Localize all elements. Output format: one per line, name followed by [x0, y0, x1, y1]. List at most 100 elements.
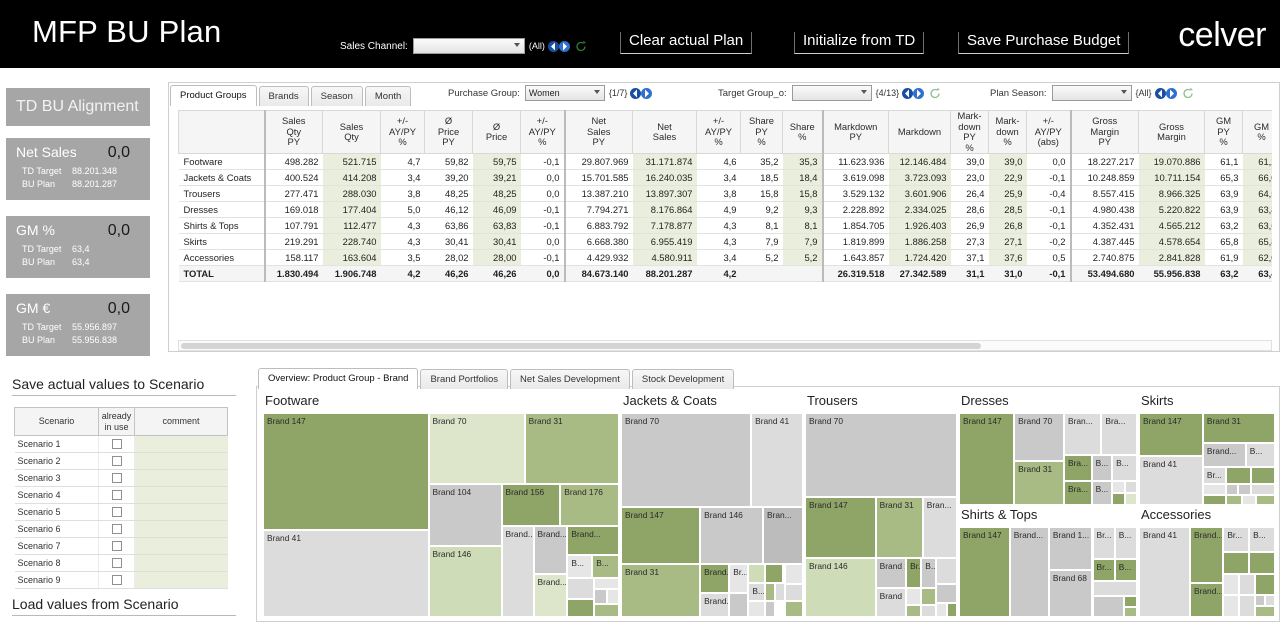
treemap-tile[interactable] [1251, 484, 1275, 495]
scenario-comment-cell[interactable] [135, 470, 228, 487]
target-group-select[interactable] [792, 85, 872, 101]
treemap-tile[interactable]: B... [592, 555, 619, 578]
purchase-group-select[interactable]: Women [525, 85, 605, 101]
tab-stock-development[interactable]: Stock Development [632, 369, 734, 389]
treemap-tile[interactable] [906, 605, 921, 617]
plan-season-nav[interactable] [1155, 87, 1177, 100]
treemap-tile[interactable]: Brand 146 [700, 507, 763, 564]
treemap-tile[interactable]: Bra... [1101, 413, 1137, 455]
treemap-tile[interactable] [594, 578, 619, 589]
treemap-tile[interactable]: Brand 104 [429, 484, 502, 545]
treemap-tile[interactable] [1255, 606, 1275, 617]
grid-row-label[interactable]: Jackets & Coats [179, 170, 265, 186]
grid-col-header[interactable]: SalesQty [323, 111, 381, 154]
scenario-in-use-cell[interactable] [99, 538, 135, 555]
treemap-tile[interactable] [594, 589, 606, 603]
scenario-in-use-checkbox[interactable] [112, 541, 122, 551]
treemap-tile[interactable] [1249, 552, 1275, 574]
tab-month[interactable]: Month [365, 86, 411, 106]
scenario-in-use-cell[interactable] [99, 555, 135, 572]
treemap-tile[interactable]: Br... [1203, 467, 1226, 484]
target-group-nav[interactable] [902, 87, 924, 100]
save-purchase-budget-button[interactable]: Save Purchase Budget [958, 32, 1129, 54]
prev-arrow-icon[interactable] [1155, 87, 1166, 100]
treemap-tile[interactable]: Bran... [923, 497, 957, 558]
treemap-tile[interactable]: Brand 156 [502, 484, 561, 526]
grid-col-header[interactable]: SalesQtyPY [265, 111, 323, 154]
scenario-comment-cell[interactable] [135, 555, 228, 572]
treemap-tile[interactable]: Brand 31 [876, 497, 923, 558]
grid-col-header[interactable]: ØPricePY [425, 111, 473, 154]
grid-row-label[interactable]: Skirts [179, 234, 265, 250]
grid-row-label[interactable]: TOTAL [179, 266, 265, 282]
treemap-tile[interactable] [567, 578, 594, 598]
next-arrow-icon[interactable] [913, 87, 924, 100]
scenario-in-use-cell[interactable] [99, 487, 135, 504]
treemap-tile[interactable]: Brand... [1010, 527, 1049, 617]
clear-actual-plan-button[interactable]: Clear actual Plan [620, 32, 752, 54]
grid-col-header[interactable]: GMPY% [1205, 111, 1243, 154]
treemap-tile[interactable] [1255, 574, 1275, 596]
grid-row-label[interactable]: Dresses [179, 202, 265, 218]
grid-col-header[interactable]: Mark-downPY% [951, 111, 989, 154]
tab-overview-product-group-brand[interactable]: Overview: Product Group - Brand [258, 368, 418, 389]
treemap-tile[interactable] [1242, 495, 1256, 505]
treemap-tile[interactable]: Brand 41 [263, 530, 429, 617]
treemap-tile[interactable]: Brand 147 [805, 497, 876, 558]
treemap-tile[interactable] [1112, 481, 1124, 493]
treemap-tile[interactable] [1239, 595, 1255, 617]
grid-col-header[interactable] [179, 111, 265, 154]
treemap-tile[interactable]: Brand... [534, 526, 568, 574]
scenario-comment-cell[interactable] [135, 572, 228, 589]
grid-row-label[interactable]: Accessories [179, 250, 265, 266]
scenario-in-use-checkbox[interactable] [112, 524, 122, 534]
treemap-tile[interactable] [947, 603, 957, 617]
grid-col-header[interactable]: +/-AY/PY% [521, 111, 565, 154]
purchase-group-nav[interactable] [630, 87, 652, 100]
treemap-tile[interactable]: Brand 70 [805, 413, 957, 497]
treemap-tile[interactable] [1256, 495, 1275, 505]
scenario-in-use-checkbox[interactable] [112, 439, 122, 449]
reload-icon[interactable] [929, 87, 941, 100]
reload-icon[interactable] [575, 40, 587, 53]
initialize-from-td-button[interactable]: Initialize from TD [794, 32, 924, 54]
treemap-tile[interactable]: Brand... [700, 593, 729, 617]
treemap-tile[interactable] [1255, 595, 1265, 606]
treemap-tile[interactable] [1093, 581, 1138, 596]
scenario-in-use-cell[interactable] [99, 572, 135, 589]
treemap-tile[interactable]: B... [1112, 455, 1137, 481]
treemap-tile[interactable] [936, 603, 947, 617]
sales-channel-select[interactable] [413, 38, 525, 54]
scenario-in-use-checkbox[interactable] [112, 490, 122, 500]
treemap-tile[interactable] [775, 583, 785, 600]
treemap-tile[interactable] [1112, 493, 1124, 505]
treemap-tile[interactable]: Bra... [1064, 481, 1092, 505]
treemap-tile[interactable] [1223, 552, 1249, 574]
treemap-tile[interactable]: B... [567, 555, 592, 578]
treemap-tile[interactable]: Brand 1... [1049, 527, 1093, 570]
treemap-tile[interactable]: B... [1115, 559, 1137, 581]
treemap-tile[interactable]: Bra... [1064, 455, 1092, 481]
treemap-tile[interactable] [765, 564, 783, 583]
scenario-in-use-cell[interactable] [99, 470, 135, 487]
treemap-tile[interactable]: B... [748, 583, 764, 600]
treemap-tile[interactable] [1124, 607, 1137, 617]
treemap-tile[interactable]: B... [1092, 455, 1112, 481]
grid-col-header[interactable]: GM% [1243, 111, 1273, 154]
tab-product-groups[interactable]: Product Groups [170, 85, 257, 106]
treemap-tile[interactable] [1093, 596, 1124, 617]
treemap-tile[interactable]: Brand 41 [1139, 527, 1190, 617]
treemap-tile[interactable] [1226, 495, 1242, 505]
scenario-comment-cell[interactable] [135, 436, 228, 453]
treemap-tile[interactable]: Bran... [1064, 413, 1101, 455]
treemap-tile[interactable] [1251, 467, 1275, 484]
treemap-tile[interactable]: Brand 147 [959, 527, 1010, 617]
treemap-tile[interactable] [1265, 595, 1275, 606]
treemap-tile[interactable] [1203, 495, 1226, 505]
treemap-tile[interactable]: Br... [1223, 527, 1249, 552]
treemap-tile[interactable]: Brand 29 [876, 558, 906, 589]
grid-row-label[interactable]: Trousers [179, 186, 265, 202]
sales-channel-nav[interactable] [548, 40, 570, 53]
grid-col-header[interactable]: Share% [783, 111, 823, 154]
next-arrow-icon[interactable] [559, 40, 570, 53]
